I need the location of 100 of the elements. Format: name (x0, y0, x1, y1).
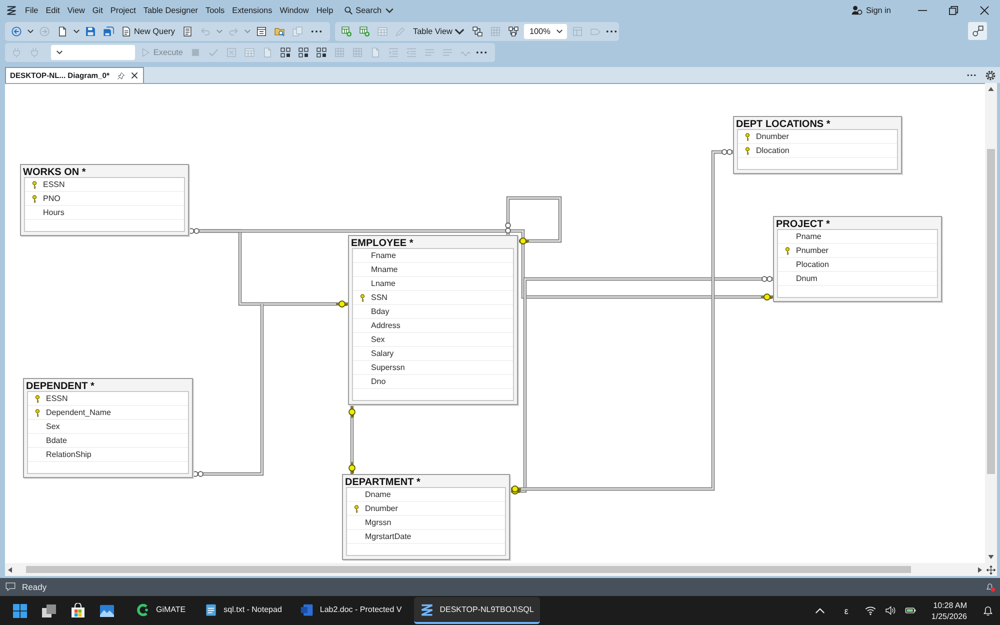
more-icon[interactable] (606, 30, 618, 32)
more-icon[interactable] (967, 74, 976, 76)
close-icon[interactable] (980, 6, 989, 14)
column-name: Pname (796, 232, 822, 241)
window-icon[interactable] (256, 26, 267, 36)
menu-item[interactable]: Window (280, 6, 309, 14)
column-name: MgrstartDate (365, 532, 412, 541)
column-name: Dnumber (756, 132, 789, 141)
back-arrow-icon[interactable] (11, 26, 22, 36)
column-name: Salary (371, 349, 394, 358)
query-file-icon (121, 26, 132, 36)
scrollbar-thumb[interactable] (26, 566, 911, 573)
column-name: Dno (371, 377, 386, 386)
chevron-up-icon[interactable] (815, 607, 826, 614)
column-name: Dependent_Name (46, 408, 111, 417)
column-name: Sex (46, 422, 60, 431)
column-name: Lname (371, 279, 396, 288)
move-icon[interactable] (986, 564, 996, 574)
table-title: DEPENDENT * (25, 380, 96, 391)
menu-item[interactable]: Tools (206, 6, 225, 14)
menu-item[interactable]: File (25, 6, 38, 14)
arrow-down-icon[interactable] (988, 555, 994, 559)
linked-boxes-icon[interactable] (472, 26, 484, 36)
caret-icon[interactable] (73, 28, 80, 34)
menu-item[interactable]: Help (316, 6, 334, 14)
column-name: ESSN (46, 394, 68, 403)
toolbar-button[interactable]: New Query (119, 26, 177, 36)
pin-icon[interactable] (117, 72, 126, 80)
add-table-icon[interactable] (341, 26, 352, 36)
save-icon[interactable] (85, 26, 96, 36)
app-logo-icon[interactable] (6, 4, 17, 16)
menu-item[interactable]: Table Designer (143, 6, 198, 14)
add-table-icon[interactable] (359, 26, 370, 36)
column-name: Bdate (46, 436, 67, 445)
column-name: RelationShip (46, 450, 92, 459)
table-title: EMPLOYEE * (350, 237, 414, 248)
start-icon[interactable] (12, 602, 28, 618)
caret-icon (56, 50, 63, 55)
document-lines-icon[interactable] (182, 26, 193, 36)
restore-icon[interactable] (949, 6, 958, 14)
menu-item[interactable]: Edit (46, 6, 60, 14)
volume-icon[interactable] (885, 605, 896, 616)
column-name: Plocation (796, 260, 829, 269)
search-button[interactable]: Search (344, 6, 394, 14)
squares-icon[interactable] (316, 47, 327, 58)
column-name: Fname (371, 251, 396, 260)
column-name: Hours (43, 208, 64, 217)
notepad-icon (204, 602, 218, 616)
app-icon (136, 602, 150, 616)
arrow-right-icon[interactable] (978, 566, 982, 572)
clock[interactable]: 10:28 AM 1/25/2026 (931, 600, 967, 622)
task-view-icon[interactable] (41, 602, 57, 618)
notification-icon[interactable] (985, 582, 996, 592)
table-title: WORKS ON * (22, 166, 87, 177)
view-dropdown[interactable]: Table View (411, 26, 468, 36)
vertical-scrollbar[interactable] (985, 83, 997, 563)
column-name: Sex (371, 335, 385, 344)
connection-button[interactable] (968, 22, 987, 40)
relationship-icon[interactable] (508, 26, 520, 36)
status-text: Ready (22, 582, 47, 592)
taskbar-app-button[interactable]: DESKTOP-NL9TBOJ\SQL (414, 597, 540, 624)
notification-icon[interactable] (982, 604, 994, 616)
wifi-icon[interactable] (865, 605, 876, 616)
menu-item[interactable]: Project (110, 6, 136, 14)
store-icon[interactable] (70, 602, 86, 618)
column-name: Address (371, 321, 400, 330)
horizontal-scrollbar[interactable] (5, 563, 985, 576)
taskbar-app-button[interactable]: GiMATE (130, 597, 192, 624)
account-icon (850, 4, 863, 16)
input-indicator[interactable]: ε (844, 606, 848, 616)
arrow-up-icon[interactable] (988, 87, 994, 91)
menu-item[interactable]: Git (92, 6, 103, 14)
squares-icon[interactable] (280, 47, 291, 58)
taskbar-app-button[interactable]: sql.txt - Notepad (198, 597, 288, 624)
scrollbar-thumb[interactable] (987, 149, 995, 474)
menu-item[interactable]: View (67, 6, 85, 14)
caret-icon (556, 28, 564, 34)
column-name: Mname (371, 265, 398, 274)
column-name: Bday (371, 307, 390, 316)
caret-icon[interactable] (27, 28, 34, 34)
taskbar-app-button[interactable]: Lab2.doc - Protected V (294, 597, 408, 624)
folder-search-icon[interactable] (274, 26, 285, 36)
sign-in-button[interactable]: Sign in (850, 4, 891, 16)
table-title: DEPARTMENT * (344, 476, 422, 487)
column-name: Dlocation (756, 146, 790, 155)
close-icon[interactable] (131, 72, 138, 79)
battery-icon[interactable] (905, 605, 916, 616)
settings-icon[interactable] (985, 70, 996, 80)
new-file-icon[interactable] (57, 26, 68, 36)
menu-item[interactable]: Extensions (232, 6, 272, 14)
nodes-icon (972, 25, 984, 37)
save-all-icon[interactable] (103, 26, 114, 36)
more-icon[interactable] (476, 51, 487, 54)
combo-box[interactable]: 100% (524, 24, 568, 38)
more-icon[interactable] (311, 30, 322, 32)
squares-icon[interactable] (298, 47, 309, 58)
arrow-left-icon[interactable] (8, 566, 12, 572)
app-logo-icon (420, 602, 434, 616)
search-icon (344, 6, 353, 14)
image-icon[interactable] (99, 602, 115, 618)
